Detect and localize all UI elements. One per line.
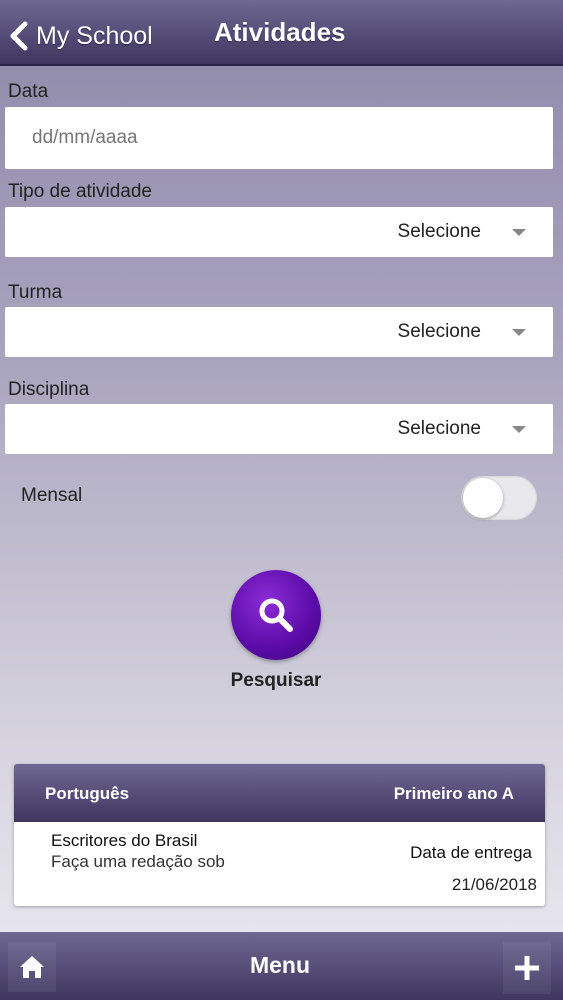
activity-subject: Português xyxy=(45,784,130,803)
search-icon xyxy=(259,598,293,632)
add-button[interactable] xyxy=(503,942,551,994)
activity-class: Primeiro ano A xyxy=(393,784,514,803)
monthly-label: Mensal xyxy=(21,485,83,506)
caret-down-icon xyxy=(512,329,526,336)
class-value: Selecione xyxy=(397,321,481,342)
caret-down-icon xyxy=(512,426,526,433)
activity-description: Faça uma redação sob xyxy=(51,852,225,871)
activity-title: Escritores do Brasil xyxy=(51,831,198,850)
subject-label: Disciplina xyxy=(8,379,90,400)
back-button[interactable]: My School xyxy=(8,18,153,54)
activity-type-value: Selecione xyxy=(397,221,481,242)
header-bar: My School Atividades xyxy=(0,0,563,66)
home-icon xyxy=(20,956,44,978)
monthly-toggle[interactable] xyxy=(461,476,537,520)
class-select[interactable]: Selecione xyxy=(5,307,553,357)
back-button-label: My School xyxy=(36,21,153,50)
home-button[interactable] xyxy=(8,942,56,992)
date-label: Data xyxy=(8,81,49,102)
activity-due-date: 21/06/2018 xyxy=(451,875,537,894)
date-input[interactable] xyxy=(5,107,553,169)
caret-down-icon xyxy=(512,229,526,236)
footer-bar: Menu xyxy=(0,932,563,1000)
activity-card-header: Português Primeiro ano A xyxy=(14,764,545,822)
page-title: Atividades xyxy=(214,17,346,47)
search-button[interactable] xyxy=(231,570,321,660)
monthly-toggle-knob xyxy=(463,478,503,518)
plus-icon xyxy=(515,956,539,980)
chevron-left-icon xyxy=(10,21,28,51)
activity-card[interactable]: Português Primeiro ano A Escritores do B… xyxy=(14,764,545,906)
activity-type-select[interactable]: Selecione xyxy=(5,207,553,257)
activity-due-label: Data de entrega xyxy=(410,843,532,862)
menu-button[interactable]: Menu xyxy=(220,952,340,979)
class-label: Turma xyxy=(8,282,63,303)
subject-value: Selecione xyxy=(397,418,481,439)
search-label: Pesquisar xyxy=(230,670,322,691)
subject-select[interactable]: Selecione xyxy=(5,404,553,454)
activity-type-label: Tipo de atividade xyxy=(8,181,153,202)
